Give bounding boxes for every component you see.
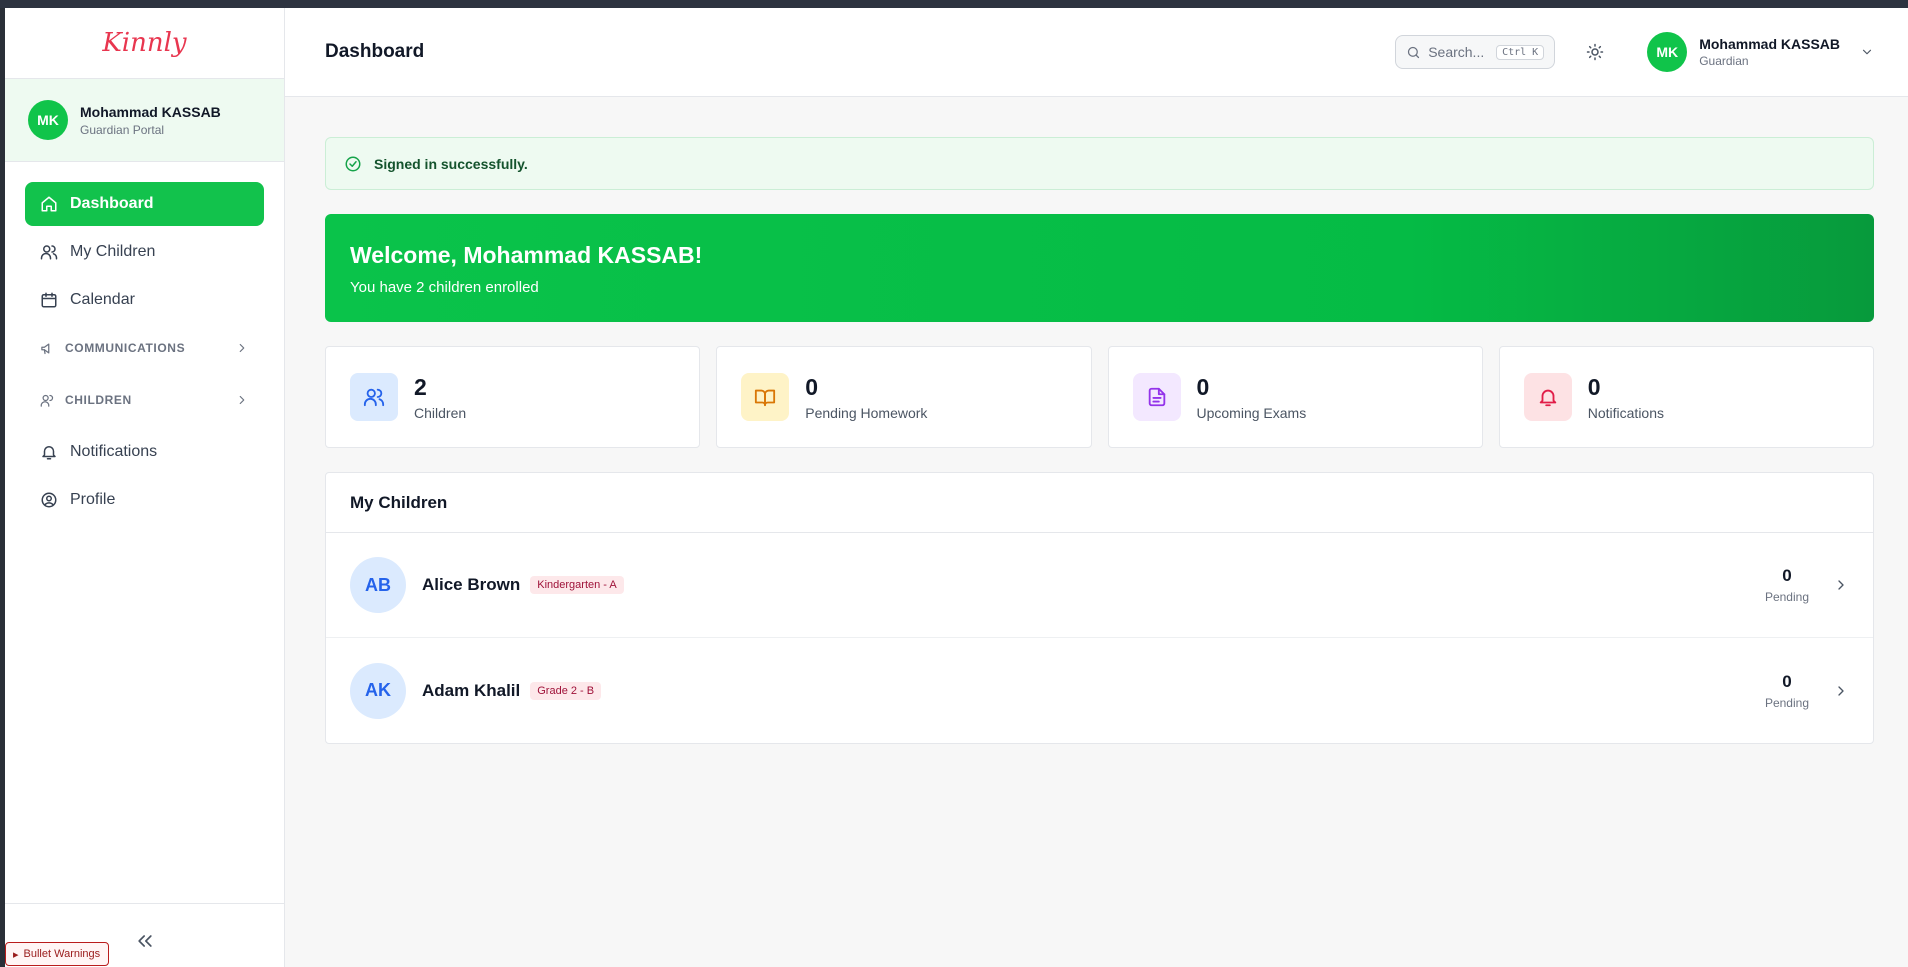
chevron-right-icon bbox=[1838, 685, 1844, 696]
stat-label: Children bbox=[414, 404, 467, 421]
sidebar-section-label: CHILDREN bbox=[65, 393, 132, 407]
bell-icon bbox=[1539, 389, 1556, 407]
pending-count: 0 Pending bbox=[1765, 566, 1809, 604]
my-children-card: My Children AB Alice Brown Kindergarten … bbox=[325, 472, 1874, 744]
theme-toggle-button[interactable] bbox=[1577, 34, 1613, 70]
child-row-alice-brown[interactable]: AB Alice Brown Kindergarten - A 0 Pendin… bbox=[326, 533, 1873, 638]
sidebar-item-notifications[interactable]: Notifications bbox=[25, 430, 264, 474]
child-row-adam-khalil[interactable]: AK Adam Khalil Grade 2 - B 0 Pending bbox=[326, 638, 1873, 743]
stat-label: Notifications bbox=[1587, 404, 1665, 421]
sidebar-item-label: Profile bbox=[70, 491, 116, 508]
pending-value: 0 bbox=[1782, 566, 1792, 585]
sidebar: Kinnly MK Mohammad KASSAB Guardian Porta… bbox=[5, 8, 285, 967]
search-shortcut: Ctrl K bbox=[1496, 44, 1545, 60]
megaphone-icon bbox=[41, 343, 50, 354]
welcome-banner: Welcome, Mohammad KASSAB! You have 2 chi… bbox=[325, 214, 1874, 322]
stat-value: 2 bbox=[414, 373, 427, 400]
stat-card-notifications[interactable]: 0 Notifications bbox=[1498, 346, 1874, 448]
child-avatar: AB bbox=[350, 557, 406, 613]
stat-value: 0 bbox=[1196, 373, 1210, 400]
page-title: Dashboard bbox=[325, 41, 425, 62]
app-frame: Kinnly MK Mohammad KASSAB Guardian Porta… bbox=[5, 8, 1908, 967]
bell-icon bbox=[42, 446, 56, 460]
child-avatar: AK bbox=[350, 662, 406, 719]
page-content: Signed in successfully. Welcome, Mohamma… bbox=[285, 97, 1908, 744]
stat-label: Upcoming Exams bbox=[1196, 404, 1307, 421]
chevron-right-icon bbox=[239, 343, 245, 353]
sidebar-section-children[interactable]: CHILDREN bbox=[25, 378, 264, 422]
home-icon bbox=[41, 196, 57, 212]
chevron-down-icon bbox=[1862, 49, 1872, 55]
stat-label: Pending Homework bbox=[805, 404, 928, 421]
file-text-icon bbox=[1148, 387, 1165, 407]
sidebar-user-portal: Guardian Portal bbox=[80, 122, 165, 137]
check-circle-icon bbox=[345, 156, 361, 171]
users-icon bbox=[363, 388, 385, 407]
search-placeholder: Search... bbox=[1428, 44, 1485, 60]
stat-icon-box bbox=[741, 373, 790, 421]
double-chevron-left-icon[interactable] bbox=[135, 931, 155, 951]
welcome-subtitle: You have 2 children enrolled bbox=[350, 279, 539, 296]
user-circle-icon bbox=[41, 492, 57, 508]
sidebar-section-label: COMMUNICATIONS bbox=[65, 341, 186, 355]
child-name: Adam Khalil bbox=[422, 680, 521, 700]
child-name: Alice Brown bbox=[422, 575, 521, 594]
sidebar-item-calendar[interactable]: Calendar bbox=[25, 278, 264, 322]
search-input[interactable]: Search... Ctrl K bbox=[1395, 35, 1556, 69]
bullet-warnings-toggle[interactable]: ▸ Bullet Warnings bbox=[5, 942, 110, 966]
main-area: Dashboard Search... Ctrl K MK Mohammad K… bbox=[285, 8, 1908, 967]
header-user-role: Guardian bbox=[1699, 54, 1749, 68]
book-open-icon bbox=[755, 389, 776, 407]
chevron-right-icon bbox=[1838, 580, 1844, 590]
calendar-icon bbox=[41, 292, 57, 308]
header-user-name: Mohammad KASSAB bbox=[1699, 36, 1840, 52]
sidebar-user-card: MK Mohammad KASSAB Guardian Portal bbox=[5, 78, 284, 162]
page-header: Dashboard Search... Ctrl K MK Mohammad K… bbox=[285, 8, 1908, 97]
stat-value: 0 bbox=[805, 373, 819, 400]
sidebar-nav: Dashboard My Children Calendar COMMUNICA… bbox=[5, 162, 284, 522]
pending-value: 0 bbox=[1782, 671, 1792, 691]
user-menu[interactable]: MK Mohammad KASSAB Guardian bbox=[1647, 32, 1874, 72]
class-badge: Grade 2 - B bbox=[530, 681, 602, 700]
stat-icon-box bbox=[350, 373, 398, 421]
header-actions: Search... Ctrl K MK Mohammad KASSAB Guar… bbox=[1395, 32, 1874, 72]
stat-value: 0 bbox=[1587, 373, 1601, 400]
pending-count: 0 Pending bbox=[1765, 672, 1809, 710]
browser-top-bar bbox=[0, 0, 1908, 8]
welcome-title: Welcome, Mohammad KASSAB! bbox=[350, 242, 703, 268]
class-badge: Kindergarten - A bbox=[530, 576, 624, 594]
sidebar-item-label: Notifications bbox=[70, 443, 158, 460]
pending-label: Pending bbox=[1764, 695, 1809, 710]
pending-label: Pending bbox=[1764, 590, 1809, 604]
stat-card-pending-homework[interactable]: 0 Pending Homework bbox=[716, 346, 1092, 448]
child-row-right: 0 Pending bbox=[1765, 566, 1849, 604]
sidebar-section-communications[interactable]: COMMUNICATIONS bbox=[25, 326, 264, 370]
sidebar-item-label: Dashboard bbox=[70, 195, 154, 212]
stats-row: 2 Children 0 Pending Homework 0 Upcoming… bbox=[325, 346, 1874, 448]
users-icon bbox=[40, 394, 54, 407]
brand-logo[interactable]: Kinnly bbox=[5, 8, 284, 78]
search-icon bbox=[1408, 46, 1420, 58]
caret-right-icon: ▸ bbox=[13, 948, 19, 961]
child-row-right: 0 Pending bbox=[1765, 672, 1849, 710]
alert-message: Signed in successfully. bbox=[374, 155, 528, 172]
sidebar-user-name: Mohammad KASSAB bbox=[80, 103, 221, 120]
sidebar-item-label: Calendar bbox=[70, 291, 135, 308]
stat-card-children[interactable]: 2 Children bbox=[325, 346, 701, 448]
stat-card-upcoming-exams[interactable]: 0 Upcoming Exams bbox=[1107, 346, 1483, 448]
success-alert: Signed in successfully. bbox=[325, 137, 1874, 190]
stat-icon-box bbox=[1523, 373, 1572, 421]
chevron-right-icon bbox=[239, 395, 245, 405]
sun-icon bbox=[1586, 43, 1604, 61]
sidebar-item-dashboard[interactable]: Dashboard bbox=[25, 182, 264, 226]
card-title: My Children bbox=[326, 473, 1873, 533]
avatar: MK bbox=[1647, 32, 1688, 72]
sidebar-item-profile[interactable]: Profile bbox=[25, 478, 264, 522]
stat-icon-box bbox=[1132, 373, 1181, 421]
avatar: MK bbox=[28, 100, 68, 140]
sidebar-item-my-children[interactable]: My Children bbox=[25, 230, 264, 274]
bullet-warnings-label: Bullet Warnings bbox=[23, 948, 101, 960]
sidebar-item-label: My Children bbox=[70, 243, 156, 260]
users-icon bbox=[40, 245, 58, 260]
